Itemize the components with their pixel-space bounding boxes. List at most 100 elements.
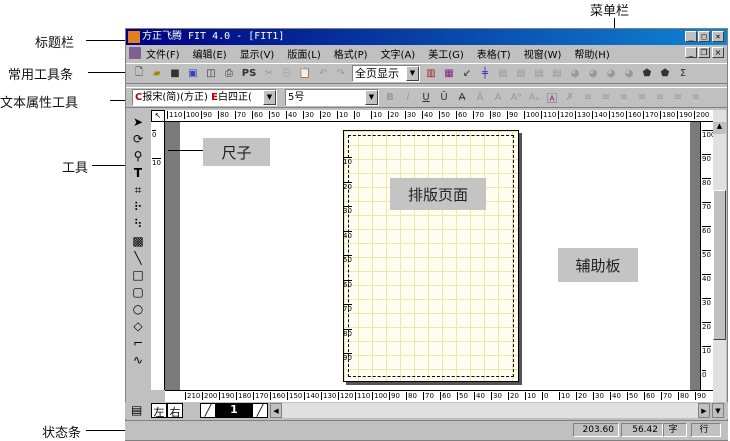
scroll-menu-icon[interactable]: ▼ (712, 403, 724, 418)
justify-icon[interactable]: ≡ (671, 91, 685, 105)
menu-edit[interactable]: 编辑(E) (193, 46, 227, 61)
align-left-icon[interactable]: ≡ (581, 91, 595, 105)
page-tab-blank[interactable]: ╱ (252, 403, 268, 418)
layer-icon[interactable]: ◕ (622, 67, 636, 81)
layout-icon[interactable]: ▥ (424, 67, 438, 81)
boxed-text-icon[interactable]: 🄰 (545, 91, 559, 105)
preview-icon[interactable]: ▣ (186, 67, 200, 81)
bottom-ruler[interactable]: 210 200 190 180 170 160 150 140 130 120 110 100 90 80… (165, 390, 713, 402)
link-tool-icon[interactable]: ⠗ (131, 200, 145, 214)
ps-button[interactable]: PS (240, 67, 258, 81)
menu-table[interactable]: 表格(T) (477, 46, 511, 61)
layout-page[interactable]: 10 20 30 40 50 60 70 80 90 (343, 130, 519, 382)
ellipse-tool-icon[interactable]: ○ (131, 302, 145, 316)
scroll-left-icon[interactable]: ◀ (270, 403, 282, 418)
ungroup-icon[interactable]: ⬟ (658, 67, 672, 81)
formula-icon[interactable]: Σ (676, 67, 690, 81)
menu-help[interactable]: 帮助(H) (574, 46, 609, 61)
copy-icon[interactable]: ⎘ (280, 67, 294, 81)
save-icon[interactable]: ■ (168, 67, 182, 81)
clear-format-icon[interactable]: ✗ (563, 91, 577, 105)
crop-icon[interactable]: ⌗ (131, 183, 145, 197)
new-file-icon[interactable]: 🗋 (132, 67, 146, 81)
top-ruler[interactable]: 110 100 90 80 70 60 50 40 30 20 10 0 10 20 30 40 50 60 70 8… (165, 110, 713, 122)
doc-close-icon[interactable]: × (712, 47, 724, 58)
justify-icon[interactable]: ≡ (653, 91, 667, 105)
align-icon[interactable]: ▤ (532, 67, 546, 81)
align-center-icon[interactable]: ≡ (599, 91, 613, 105)
link-icon[interactable]: ↙ (460, 67, 474, 81)
page-icon[interactable]: ◫ (204, 67, 218, 81)
subscript-icon[interactable]: Aₐ (527, 91, 541, 105)
chevron-down-icon[interactable]: ▼ (263, 90, 276, 105)
line-tool-icon[interactable]: ╲ (131, 251, 145, 265)
text-effect-icon[interactable]: Ā (473, 91, 487, 105)
superscript-icon[interactable]: Aᵃ (509, 91, 523, 105)
align-right-icon[interactable]: ≡ (617, 91, 631, 105)
layer-icon[interactable]: ◕ (586, 67, 600, 81)
menu-layout[interactable]: 版面(L) (287, 46, 320, 61)
layer-icon[interactable]: ◕ (604, 67, 618, 81)
layer-icon[interactable]: ◕ (568, 67, 582, 81)
table-tool-icon[interactable]: ▩ (131, 234, 145, 248)
diamond-tool-icon[interactable]: ◇ (131, 319, 145, 333)
view-mode-select[interactable]: 全页显示 ▼ (352, 65, 420, 82)
rectangle-tool-icon[interactable]: □ (131, 268, 145, 282)
menu-view[interactable]: 显示(V) (240, 46, 275, 61)
page-tab-current[interactable]: 1 (216, 403, 252, 418)
select-arrow-icon[interactable]: ➤ (131, 115, 145, 129)
left-ruler[interactable]: 0 10 (151, 122, 165, 390)
grid-icon[interactable]: ▦ (442, 67, 456, 81)
guide-icon[interactable]: ╪ (478, 67, 492, 81)
horizontal-scrollbar[interactable] (270, 403, 710, 418)
print-icon[interactable]: ⎙ (222, 67, 236, 81)
paste-icon[interactable]: 📋 (298, 67, 312, 81)
overline-icon[interactable]: Ū (437, 91, 451, 105)
menu-text[interactable]: 文字(A) (381, 46, 416, 61)
scroll-up-icon[interactable]: ▲ (713, 122, 726, 134)
open-folder-icon[interactable]: ▰ (150, 67, 164, 81)
rounded-rect-tool-icon[interactable]: ▢ (131, 285, 145, 299)
right-ruler[interactable]: 1009080706050403020100 (700, 122, 713, 390)
cut-icon[interactable]: ✂ (262, 67, 276, 81)
left-page-button[interactable]: 左 (151, 403, 167, 419)
maximize-icon[interactable]: □ (698, 31, 710, 42)
font-select[interactable]: C报宋(简)(方正) E白四正( ▼ (132, 89, 277, 106)
underline-icon[interactable]: U (419, 91, 433, 105)
close-icon[interactable]: × (712, 31, 724, 42)
menu-window[interactable]: 视窗(W) (524, 46, 562, 61)
polygon-tool-icon[interactable]: ⌐ (131, 336, 145, 350)
doc-minimize-icon[interactable]: _ (685, 47, 697, 58)
page-tab-blank[interactable]: ╱ (200, 403, 216, 418)
menu-file[interactable]: 文件(F) (146, 46, 180, 61)
chevron-down-icon[interactable]: ▼ (406, 66, 419, 81)
justify-icon[interactable]: ≡ (635, 91, 649, 105)
doc-restore-icon[interactable]: ❐ (698, 47, 710, 58)
unlink-tool-icon[interactable]: ⠳ (131, 217, 145, 231)
scroll-right-icon[interactable]: ▶ (698, 403, 710, 418)
rotate-icon[interactable]: ⟳ (131, 132, 145, 146)
redo-icon[interactable]: ↷ (334, 67, 348, 81)
menu-format[interactable]: 格式(P) (334, 46, 368, 61)
scroll-thumb[interactable] (713, 190, 726, 340)
align-icon[interactable]: ▤ (514, 67, 528, 81)
justify-icon[interactable]: ≡ (689, 91, 703, 105)
chevron-down-icon[interactable]: ▼ (365, 90, 378, 105)
text-tool-icon[interactable]: T (131, 166, 145, 180)
align-icon[interactable]: ▤ (550, 67, 564, 81)
ruler-origin-icon[interactable]: ↖ (151, 110, 165, 122)
master-page-icon[interactable]: ▤ (131, 403, 142, 417)
italic-icon[interactable]: I (401, 91, 415, 105)
bold-icon[interactable]: B (383, 91, 397, 105)
align-icon[interactable]: ▤ (496, 67, 510, 81)
text-effect-icon[interactable]: A (491, 91, 505, 105)
minimize-icon[interactable]: _ (685, 31, 697, 42)
bezier-tool-icon[interactable]: ∿ (131, 353, 145, 367)
vertical-scrollbar[interactable]: ▲ (713, 110, 726, 402)
right-page-button[interactable]: 右 (167, 403, 183, 419)
group-icon[interactable]: ⬟ (640, 67, 654, 81)
undo-icon[interactable]: ↶ (316, 67, 330, 81)
strikethrough-icon[interactable]: A̶ (455, 91, 469, 105)
font-size-select[interactable]: 5号 ▼ (285, 89, 379, 106)
zoom-icon[interactable]: ⚲ (131, 149, 145, 163)
